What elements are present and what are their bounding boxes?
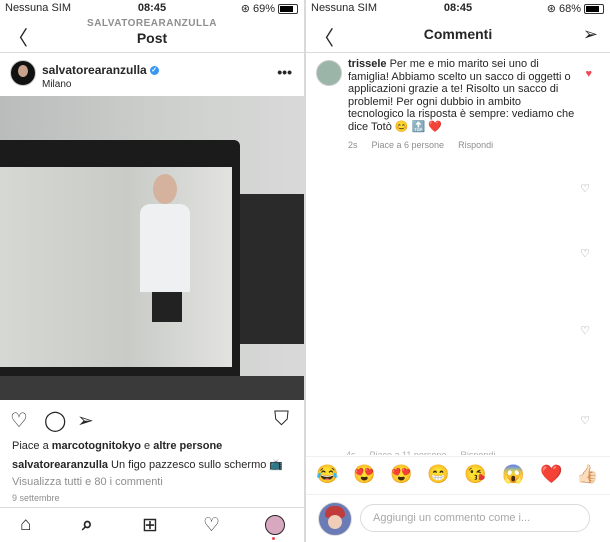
post-navbar: 〈 SALVATOREARANZULLA Post (0, 16, 304, 53)
status-bar: Nessuna SIM 08:45 ⊛ 68% (306, 0, 610, 16)
emoji-button[interactable]: 👍🏻 (576, 464, 598, 485)
comment-likes[interactable]: Piace a 6 persone (372, 140, 445, 150)
emoji-button[interactable]: 😍 (390, 464, 412, 485)
status-bar: Nessuna SIM 08:45 ⊛ 69% (0, 0, 304, 16)
emoji-button[interactable]: 😂 (316, 464, 338, 485)
likes-user[interactable]: marcotognitokyo (52, 440, 141, 452)
orientation-lock-icon: ⊛ (240, 3, 250, 15)
direct-send-icon[interactable]: ➢ (583, 24, 598, 45)
nav-subtitle: SALVATOREARANZULLA (87, 18, 217, 29)
comment-input[interactable] (360, 504, 590, 532)
likes-others[interactable]: altre persone (153, 440, 222, 452)
status-right: ⊛ 68% (547, 2, 604, 15)
commenter-username[interactable]: trissele (348, 58, 387, 70)
orientation-lock-icon: ⊛ (546, 3, 556, 15)
tab-bar: ⌂ ⌕ ⊞ ♡ (0, 507, 304, 542)
emoji-button[interactable]: 😁 (427, 464, 449, 485)
reply-link[interactable]: Rispondi (458, 140, 493, 150)
comments-screen: Nessuna SIM 08:45 ⊛ 68% 〈 Commenti ➢ tri… (306, 0, 610, 542)
bookmark-icon[interactable]: ⛉ (274, 408, 289, 431)
comment-body: trissele Per me e mio marito sei uno di … (348, 58, 578, 133)
commenter-avatar[interactable] (316, 60, 342, 86)
comment-composer (306, 494, 610, 542)
emoji-button[interactable]: 😱 (502, 464, 524, 485)
emoji-button[interactable]: ❤️ (540, 464, 562, 485)
view-comments-link[interactable]: Visualizza tutti e 80 i commenti (12, 476, 163, 488)
current-user-avatar (318, 502, 352, 536)
liked-heart-icon[interactable]: ♥ (585, 68, 592, 80)
likes-mid: e (140, 440, 154, 452)
page-title: Post (136, 30, 168, 46)
heart-icon[interactable]: ♡ (580, 414, 590, 427)
battery-icon (584, 3, 604, 14)
faded-comment-meta: 4s Piace a 11 persone Rispondi (346, 450, 495, 455)
heart-icon[interactable]: ♡ (580, 247, 590, 260)
caption: salvatorearanzulla Un figo pazzesco sull… (12, 458, 296, 471)
home-icon[interactable]: ⌂ (20, 514, 31, 536)
search-icon[interactable]: ⌕ (82, 514, 93, 536)
author-username-row[interactable]: salvatorearanzulla ✓ (42, 63, 159, 77)
comment-icon[interactable]: ◯ (44, 408, 66, 433)
status-right: ⊛ 69% (241, 2, 298, 15)
heart-icon[interactable]: ♡ (580, 182, 590, 195)
comments-navbar: 〈 Commenti ➢ (306, 16, 610, 53)
emoji-button[interactable]: 😘 (464, 464, 486, 485)
faded-likes: Piace a 11 persone (369, 450, 447, 455)
emoji-bar: 😂 😍 😍 😁 😘 😱 ❤️ 👍🏻 (306, 456, 610, 493)
more-icon[interactable]: ••• (277, 64, 292, 80)
caption-text: Un figo pazzesco sullo schermo 📺 (108, 459, 284, 471)
share-icon[interactable]: ➢ (77, 408, 94, 433)
post-screen: Nessuna SIM 08:45 ⊛ 69% 〈 SALVATOREARANZ… (0, 0, 304, 542)
post-header: salvatorearanzulla ✓ Milano ••• (0, 55, 304, 95)
heart-icon[interactable]: ♡ (10, 408, 28, 433)
author-username[interactable]: salvatorearanzulla (42, 63, 147, 77)
faded-age: 4s (346, 450, 356, 455)
likes-line: Piace a marcotognitokyo e altre persone (12, 440, 222, 452)
battery-percent: 69% (252, 2, 275, 15)
activity-icon[interactable]: ♡ (203, 514, 220, 537)
comment-age: 2s (348, 140, 358, 150)
verified-icon: ✓ (149, 65, 159, 75)
faded-reply: Rispondi (460, 450, 496, 455)
heart-icon[interactable]: ♡ (580, 324, 590, 337)
post-actions: ♡ ◯ ➢ ⛉ (0, 408, 304, 434)
battery-percent: 68% (558, 2, 581, 15)
emoji-button[interactable]: 😍 (353, 464, 375, 485)
author-avatar[interactable] (10, 60, 36, 86)
battery-icon (278, 3, 298, 14)
likes-prefix: Piace a (12, 440, 52, 452)
post-location[interactable]: Milano (42, 79, 71, 90)
post-date: 9 settembre (12, 493, 60, 503)
post-image[interactable] (0, 96, 304, 400)
page-title: Commenti (423, 26, 493, 42)
add-icon[interactable]: ⊞ (142, 514, 158, 537)
notification-dot (272, 537, 275, 540)
profile-icon[interactable] (265, 515, 285, 535)
caption-username[interactable]: salvatorearanzulla (12, 459, 108, 471)
comment-meta: 2s Piace a 6 persone Rispondi (348, 140, 493, 150)
